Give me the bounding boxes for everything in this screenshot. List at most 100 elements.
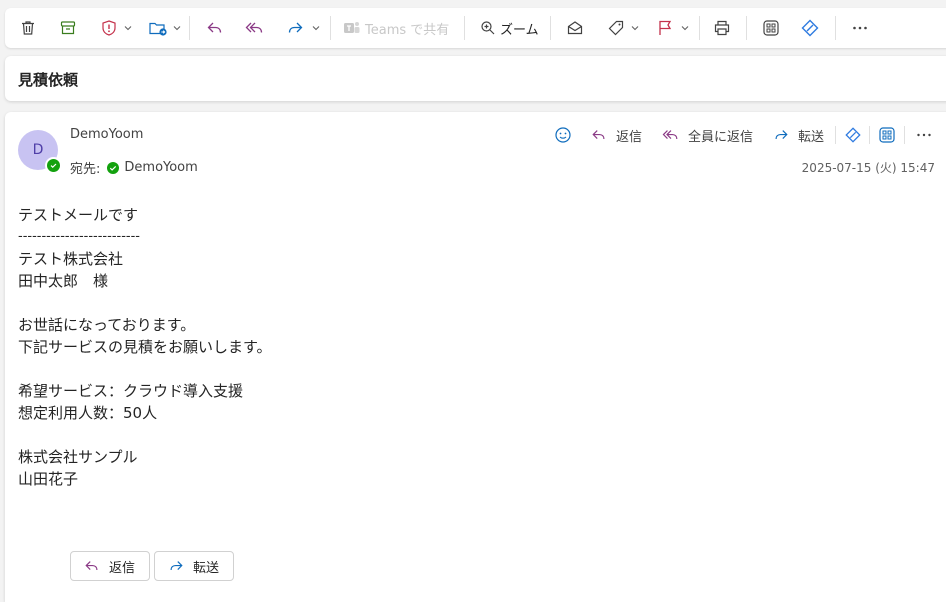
flag-icon	[659, 20, 672, 35]
action-divider	[835, 126, 836, 144]
zoom-button[interactable]: ズーム	[480, 8, 540, 48]
print-button[interactable]	[710, 8, 734, 48]
reply-all-button[interactable]	[243, 8, 267, 48]
body-line: 希望サービス：クラウド導入支援	[18, 382, 244, 400]
header-reply-label: 返信	[616, 129, 643, 145]
body-line: 山田花子	[18, 470, 79, 488]
flag-button[interactable]	[653, 8, 677, 48]
body-line: お世話になっております。	[18, 316, 196, 334]
header-reply-button[interactable]: 返信	[590, 124, 642, 146]
apps-grid-icon	[879, 127, 895, 143]
more-horizontal-icon	[917, 133, 931, 137]
archive-button[interactable]	[56, 8, 80, 48]
zoom-label: ズーム	[500, 22, 539, 38]
action-divider	[904, 126, 905, 144]
move-to-folder-button[interactable]	[146, 8, 170, 48]
forward-icon	[170, 561, 183, 571]
body-separator: --------------------------	[18, 229, 140, 244]
subject-title: 見積依頼	[18, 71, 79, 89]
toolbar-divider	[746, 16, 747, 40]
header-apps-button[interactable]	[878, 124, 896, 146]
forward-icon	[288, 22, 303, 33]
chevron-down-icon	[173, 26, 181, 31]
toolbar-divider	[550, 16, 551, 40]
more-options-button[interactable]	[848, 8, 872, 48]
header-forward-button[interactable]: 転送	[772, 124, 824, 146]
printer-icon	[714, 20, 730, 36]
sender-name[interactable]: DemoYoom	[70, 127, 143, 142]
received-date: 2025-07-15 (火) 15:47	[801, 161, 935, 175]
to-label: 宛先:	[70, 162, 101, 177]
reply-all-icon	[245, 22, 263, 33]
toolbar-divider	[330, 16, 331, 40]
recipient-name[interactable]: DemoYoom	[124, 160, 197, 175]
action-divider	[869, 126, 870, 144]
report-dropdown[interactable]	[123, 8, 133, 48]
copilot-icon	[845, 127, 861, 143]
trash-icon	[22, 21, 34, 35]
header-forward-label: 転送	[798, 129, 825, 145]
recipients-row: 宛先: DemoYoom	[70, 158, 198, 177]
forward-icon	[775, 130, 788, 140]
delete-button[interactable]	[16, 8, 40, 48]
apps-grid-icon	[763, 20, 779, 36]
body-line: テストメールです	[18, 206, 139, 224]
bottom-forward-label: 転送	[193, 560, 220, 576]
copilot-icon	[801, 19, 819, 37]
more-horizontal-icon	[853, 26, 867, 30]
apps-button[interactable]	[759, 8, 783, 48]
smiley-icon	[555, 127, 571, 143]
check-icon	[50, 163, 57, 169]
reply-button[interactable]	[203, 8, 227, 48]
body-line: 下記サービスの見積をお願いします。	[18, 338, 272, 356]
reply-icon	[207, 22, 222, 33]
bottom-forward-button[interactable]: 転送	[154, 551, 234, 581]
header-copilot-button[interactable]	[844, 124, 862, 146]
body-line: 株式会社サンプル	[18, 448, 138, 466]
forward-button[interactable]	[283, 8, 307, 48]
toolbar-divider	[835, 16, 836, 40]
share-to-teams-button[interactable]: Teams で共有	[343, 8, 453, 48]
tag-icon	[608, 20, 624, 36]
header-reply-all-label: 全員に返信	[688, 129, 754, 145]
ribbon-toolbar: Teams で共有 ズーム	[5, 8, 946, 48]
check-icon	[110, 165, 117, 171]
recipient-presence-icon	[107, 161, 120, 174]
body-line: 田中太郎 様	[18, 272, 109, 290]
archive-icon	[60, 21, 76, 35]
chevron-down-icon	[631, 26, 639, 31]
avatar-initial: D	[32, 142, 44, 158]
header-more-button[interactable]	[915, 124, 933, 146]
chevron-down-icon	[124, 26, 132, 31]
copilot-button[interactable]	[798, 8, 822, 48]
body-line: 想定利用人数：50人	[18, 404, 158, 422]
folder-move-icon	[149, 22, 167, 36]
categorize-dropdown[interactable]	[630, 8, 640, 48]
envelope-open-icon	[567, 21, 583, 35]
mark-as-read-button[interactable]	[563, 8, 587, 48]
chevron-down-icon	[312, 26, 320, 31]
reply-all-icon	[662, 130, 678, 140]
shield-alert-icon	[102, 20, 116, 36]
share-to-teams-label: Teams で共有	[365, 22, 450, 38]
toolbar-divider	[699, 16, 700, 40]
reply-icon	[592, 130, 605, 140]
reply-icon	[85, 561, 98, 571]
zoom-icon	[481, 21, 495, 35]
bottom-reply-button[interactable]: 返信	[70, 551, 150, 581]
subject-header: 見積依頼	[5, 56, 946, 101]
toolbar-divider	[464, 16, 465, 40]
chevron-down-icon	[681, 26, 689, 31]
message-card: D DemoYoom 宛先: DemoYoom 返信 全員に返信 転送 2025…	[5, 112, 946, 602]
emoji-reaction-button[interactable]	[554, 124, 572, 146]
presence-available-icon	[45, 157, 62, 174]
forward-dropdown[interactable]	[311, 8, 321, 48]
message-body: テストメールです -------------------------- テスト株…	[18, 204, 272, 490]
teams-icon	[344, 22, 360, 33]
bottom-reply-label: 返信	[109, 560, 136, 576]
flag-dropdown[interactable]	[680, 8, 690, 48]
categorize-button[interactable]	[604, 8, 628, 48]
move-dropdown[interactable]	[172, 8, 182, 48]
report-button[interactable]	[97, 8, 121, 48]
header-reply-all-button[interactable]: 全員に返信	[662, 124, 753, 146]
